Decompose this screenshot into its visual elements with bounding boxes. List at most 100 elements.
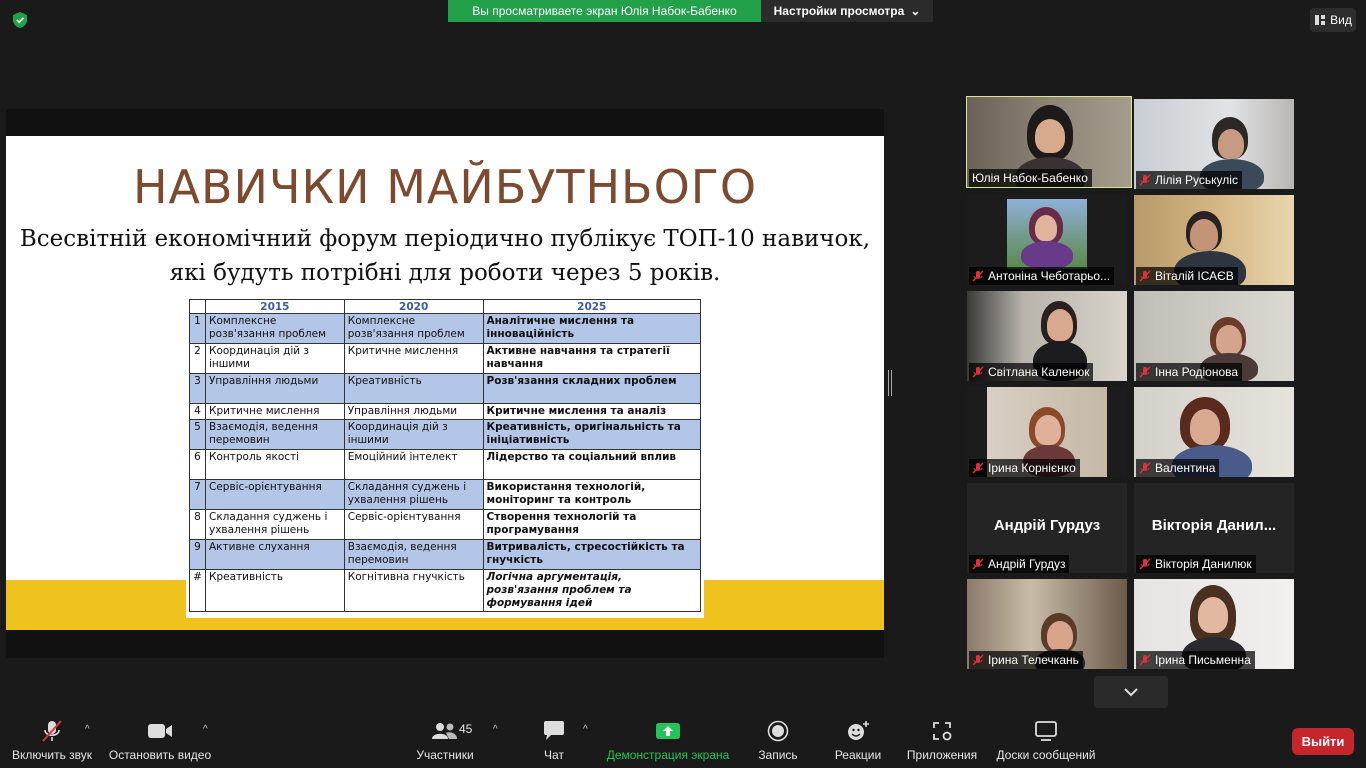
chat-bubble-icon — [544, 721, 564, 740]
record-icon — [767, 720, 789, 742]
participants-label: Участники — [416, 748, 474, 762]
view-button[interactable]: Вид — [1310, 8, 1356, 32]
unmute-button[interactable]: Включить звук — [10, 718, 94, 768]
table-header: 2015 — [205, 299, 345, 314]
audio-options-caret[interactable]: ^ — [85, 724, 90, 735]
cell-2025: Активне навчання та стратегії навчання — [482, 343, 702, 374]
mic-off-icon — [1139, 270, 1151, 282]
table-header-row: 2015 2020 2025 — [189, 299, 702, 314]
participant-tile[interactable]: Віталій ІСАЄВ — [1134, 195, 1294, 285]
table-row: 4 Критичне мислення Управління людьми Кр… — [189, 403, 702, 420]
table-row: 3 Управління людьми Креативність Розв'яз… — [189, 373, 702, 404]
whiteboards-label: Доски сообщений — [996, 748, 1096, 762]
cell-2015: Контроль якості — [205, 449, 345, 480]
record-label: Запись — [758, 748, 798, 762]
row-number: 9 — [189, 539, 206, 570]
participant-tile[interactable]: Юлія Набок-Бабенко — [966, 96, 1132, 188]
row-number: 2 — [189, 343, 206, 374]
leave-meeting-button[interactable]: Выйти — [1292, 728, 1354, 755]
participants-options-caret[interactable]: ^ — [493, 724, 498, 735]
table-row: 5 Взаємодія, ведення перемовин Координац… — [189, 419, 702, 450]
shared-screen: НАВИЧКИ МАЙБУТНЬОГО Всесвітній економічн… — [6, 109, 884, 658]
chat-button[interactable]: Чат — [534, 718, 574, 768]
participant-name: Юлія Набок-Бабенко — [969, 169, 1092, 187]
row-number: 3 — [189, 373, 206, 404]
gallery-next-page-button[interactable] — [1094, 676, 1168, 708]
cell-2020: Взаємодія, ведення перемовин — [343, 539, 484, 570]
cell-2015: Комплексне розв'язання проблем — [205, 313, 345, 344]
cell-2020: Координація дій з іншими — [343, 419, 484, 450]
chevron-down-icon — [1124, 688, 1138, 697]
stop-video-button[interactable]: Остановить видео — [108, 718, 212, 768]
unmute-label: Включить звук — [11, 748, 93, 762]
participant-name: Ірина Корнієнко — [969, 459, 1080, 477]
participant-name: Інна Родіонова — [1136, 363, 1243, 381]
chat-options-caret[interactable]: ^ — [583, 724, 588, 735]
mic-off-icon — [1139, 558, 1151, 570]
meeting-toolbar: Включить звук ^ Остановить видео ^ Участ… — [0, 712, 1366, 768]
table-row: # Креативність Когнітивна гнучкість Логі… — [189, 569, 702, 612]
split-view-resize-handle[interactable] — [888, 370, 892, 396]
share-screen-icon — [656, 723, 680, 739]
chat-label: Чат — [544, 748, 564, 762]
row-number: 5 — [189, 419, 206, 450]
mic-off-icon — [972, 366, 984, 378]
table-row: 7 Сервіс-орієнтування Складання суджень … — [189, 479, 702, 510]
participant-tile[interactable]: Вікторія Данил... Вікторія Данилюк — [1134, 483, 1294, 573]
row-number: 8 — [189, 509, 206, 540]
cell-2020: Креативність — [343, 373, 484, 404]
whiteboard-icon — [1035, 721, 1057, 741]
record-button[interactable]: Запись — [752, 718, 804, 768]
table-header-num — [189, 299, 206, 314]
cell-2015: Креативність — [205, 569, 345, 612]
cell-2020: Складання суджень і ухвалення рішень — [343, 479, 484, 510]
mic-muted-icon — [42, 720, 62, 742]
participant-tile[interactable]: Валентина — [1134, 387, 1294, 477]
cell-2015: Критичне мислення — [205, 403, 345, 420]
table-row: 2 Координація дій з іншими Критичне мисл… — [189, 343, 702, 374]
row-number: 1 — [189, 313, 206, 344]
participant-tile[interactable]: Світлана Каленюк — [967, 291, 1127, 381]
stop-video-label: Остановить видео — [108, 748, 212, 762]
cell-2020: Когнітивна гнучкість — [343, 569, 484, 612]
skills-table-container: 2015 2020 2025 1 Комплексне розв'язання … — [186, 296, 704, 618]
security-shield-icon[interactable] — [10, 10, 30, 30]
mic-off-icon — [1139, 462, 1151, 474]
skills-table: 2015 2020 2025 1 Комплексне розв'язання … — [189, 299, 702, 612]
participant-name: Валентина — [1136, 459, 1220, 477]
participants-icon — [432, 723, 457, 739]
row-number: 4 — [189, 403, 206, 420]
reactions-button[interactable]: Реакции — [832, 718, 884, 768]
participant-tile[interactable]: Андрій Гурдуз Андрій Гурдуз — [967, 483, 1127, 573]
cell-2015: Координація дій з іншими — [205, 343, 345, 374]
cell-2020: Емоційний інтелект — [343, 449, 484, 480]
apps-button[interactable]: Приложения — [904, 718, 980, 768]
video-options-caret[interactable]: ^ — [203, 724, 208, 735]
share-screen-button[interactable]: Демонстрация экрана — [604, 718, 732, 768]
participant-tile[interactable]: Лілія Руськуліс — [1134, 99, 1294, 189]
chevron-down-icon: ⌄ — [910, 4, 921, 18]
row-number: # — [189, 569, 206, 612]
cell-2015: Сервіс-орієнтування — [205, 479, 345, 510]
table-header: 2025 — [482, 299, 702, 314]
slide-title: НАВИЧКИ МАЙБУТНЬОГО — [132, 160, 758, 214]
participant-tile[interactable]: Антоніна Чеботарьо... — [967, 195, 1127, 285]
mic-off-icon — [1139, 654, 1151, 666]
participant-name: Віталій ІСАЄВ — [1136, 267, 1238, 285]
participant-tile[interactable]: Інна Родіонова — [1134, 291, 1294, 381]
whiteboards-button[interactable]: Доски сообщений — [994, 718, 1098, 768]
table-row: 1 Комплексне розв'язання проблем Комплек… — [189, 313, 702, 344]
cell-2025: Витривалість, стресостійкість та гнучкіс… — [482, 539, 702, 570]
presentation-slide: НАВИЧКИ МАЙБУТНЬОГО Всесвітній економічн… — [6, 136, 884, 630]
participant-tile[interactable]: Ірина Корнієнко — [967, 387, 1127, 477]
cell-2025: Створення технологій та програмування — [482, 509, 702, 540]
participant-tile[interactable]: Ірина Телечкань — [967, 579, 1127, 669]
view-settings-dropdown[interactable]: Настройки просмотра ⌄ — [761, 0, 933, 22]
participant-name: Андрій Гурдуз — [969, 555, 1070, 573]
participant-name: Ірина Письменна — [1136, 651, 1255, 669]
share-screen-label: Демонстрация экрана — [606, 748, 730, 762]
video-camera-icon — [148, 724, 172, 738]
apps-label: Приложения — [906, 748, 978, 762]
participant-tile[interactable]: Ірина Письменна — [1134, 579, 1294, 669]
cell-2015: Складання суджень і ухвалення рішень — [205, 509, 345, 540]
